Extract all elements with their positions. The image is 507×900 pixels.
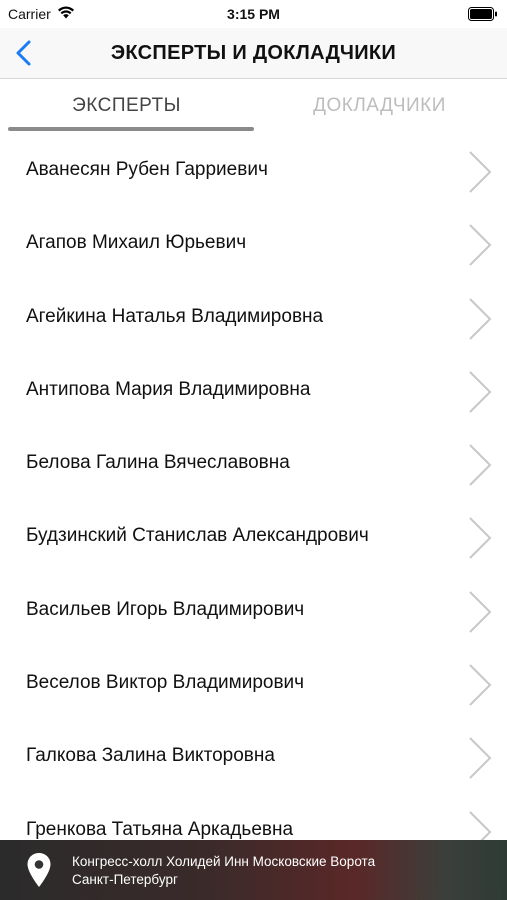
list-item-name: Антипова Мария Владимировна [26,378,311,400]
venue-address-bar[interactable]: Конгресс-холл Холидей Инн Московские Вор… [0,840,507,900]
chevron-right-icon [469,224,492,267]
screen: Carrier 3:15 PM ЭКСПЕРТЫ И ДОКЛАДЧИКИ ЭК… [0,0,507,900]
list-item[interactable]: Васильев Игорь Владимирович [0,575,507,648]
chevron-right-icon [469,591,492,633]
list-item[interactable]: Будзинский Станислав Александрович [0,501,507,574]
list-item[interactable]: Антипова Мария Владимировна [0,355,507,428]
map-pin-icon [27,853,51,887]
list-item[interactable]: Агапов Михаил Юрьевич [0,208,507,281]
page-title: ЭКСПЕРТЫ И ДОКЛАДЧИКИ [110,42,397,64]
list-item[interactable]: Аванесян Рубен Гарриевич [0,135,507,208]
chevron-right-icon [469,297,492,340]
active-tab-indicator [8,127,254,131]
venue-name: Конгресс-холл Холидей Инн Московские Вор… [72,854,376,869]
list-item[interactable]: Веселов Виктор Владимирович [0,648,507,721]
chevron-right-icon [469,737,492,780]
chevron-right-icon [469,151,492,193]
chevron-right-icon [469,444,492,486]
chevron-right-icon [469,664,492,706]
chevron-right-icon [469,371,492,413]
nav-bar: ЭКСПЕРТЫ И ДОКЛАДЧИКИ [0,28,507,79]
list-item-name: Васильев Игорь Владимирович [26,598,305,620]
list-item-name: Гренкова Татьяна Аркадьевна [26,818,294,840]
list-item-name: Аванесян Рубен Гарриевич [26,159,268,180]
chevron-right-icon [469,517,492,560]
list-item-name: Агапов Михаил Юрьевич [26,232,247,254]
status-time: 3:15 PM [227,6,280,22]
list-item[interactable]: Белова Галина Вячеславовна [0,428,507,501]
list-item-name: Будзинский Станислав Александрович [26,525,369,547]
venue-city: Санкт-Петербург [72,872,178,887]
list-item[interactable]: Галкова Залина Викторовна [0,721,507,794]
list-item-name: Галкова Залина Викторовна [26,745,275,767]
tab-speakers[interactable]: ДОКЛАДЧИКИ [253,79,506,135]
experts-list: Аванесян Рубен Гарриевич Агапов Михаил Ю… [0,135,507,868]
list-item-name: Белова Галина Вячеславовна [26,452,290,474]
list-item-name: Веселов Виктор Владимирович [26,672,305,694]
status-bar: Carrier 3:15 PM [0,0,507,28]
battery-icon [468,7,498,24]
list-item-name: Агейкина Наталья Владимировна [26,305,324,327]
list-item[interactable]: Агейкина Наталья Владимировна [0,282,507,355]
tab-bar: ЭКСПЕРТЫ ДОКЛАДЧИКИ [0,79,507,135]
